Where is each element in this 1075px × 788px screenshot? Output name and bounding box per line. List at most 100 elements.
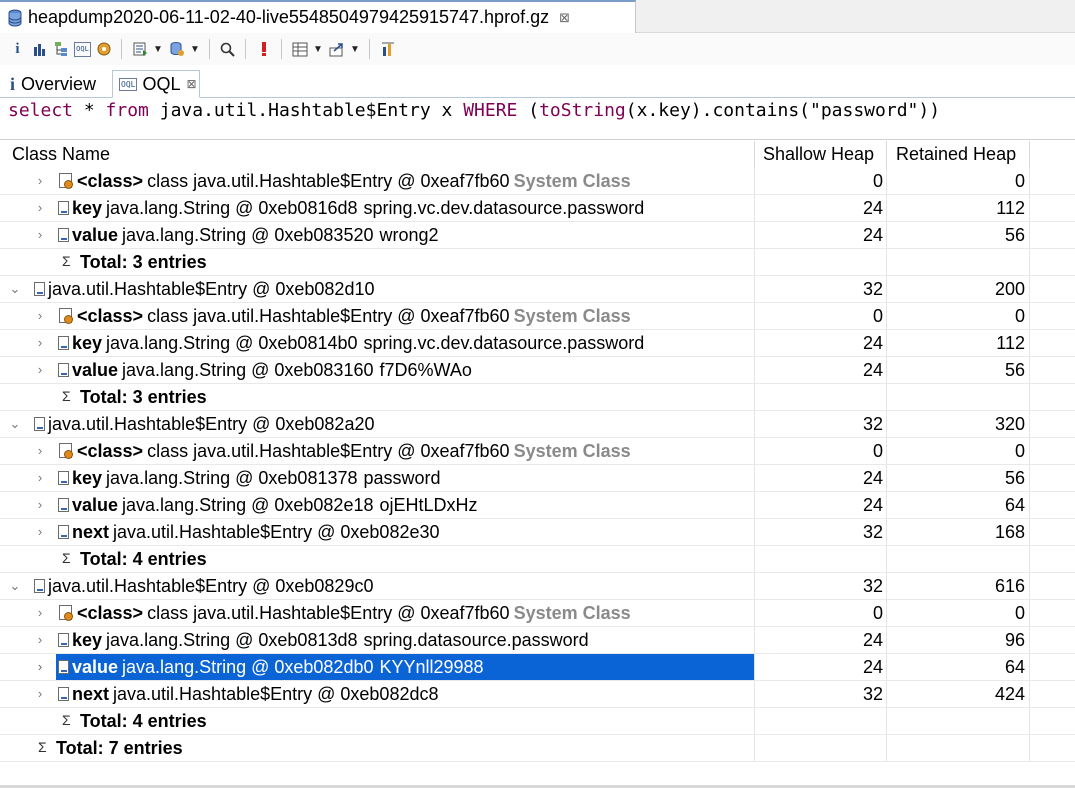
- collapse-chevron-icon[interactable]: ›: [33, 654, 47, 680]
- cell-content: value java.lang.String @ 0xeb083520 wrong2: [58, 222, 439, 248]
- collapse-chevron-icon[interactable]: ›: [33, 438, 47, 464]
- instance-object-icon: [58, 525, 69, 539]
- histogram-icon[interactable]: [30, 40, 49, 59]
- table-row[interactable]: ⌄ java.util.Hashtable$Entry @ 0xeb0829c0 3…: [0, 573, 1075, 600]
- query-function: toString: [539, 100, 626, 121]
- object-description: java.util.Hashtable$Entry @ 0xeb082e30: [113, 522, 440, 542]
- info-icon[interactable]: i: [8, 40, 27, 59]
- cell-shallow-heap: 24: [755, 465, 887, 491]
- field-name: key: [72, 468, 103, 488]
- cell-retained-heap: 168: [887, 519, 1030, 545]
- table-row[interactable]: › key java.lang.String @ 0xeb0813d8 spring.…: [0, 627, 1075, 654]
- field-name: <class>: [77, 306, 144, 326]
- instance-object-icon: [58, 228, 69, 242]
- table-row[interactable]: › key java.lang.String @ 0xeb0816d8 spring.…: [0, 195, 1075, 222]
- collapse-chevron-icon[interactable]: ›: [33, 465, 47, 491]
- cell-retained-heap: [887, 735, 1030, 761]
- thread-overview-icon[interactable]: [94, 40, 113, 59]
- field-name: value: [72, 657, 119, 677]
- total-row[interactable]: Σ Total: 3 entries: [0, 249, 1075, 276]
- table-row[interactable]: › <class> class java.util.Hashtable$Entry …: [0, 303, 1075, 330]
- table-row[interactable]: › key java.lang.String @ 0xeb0814b0 spring.…: [0, 330, 1075, 357]
- collapse-chevron-icon[interactable]: ›: [33, 627, 47, 653]
- cell-shallow-heap: 24: [755, 330, 887, 356]
- table-row[interactable]: › value java.lang.String @ 0xeb082e18 ojEHt…: [0, 492, 1075, 519]
- collapse-chevron-icon[interactable]: ›: [33, 600, 47, 626]
- collapse-chevron-icon[interactable]: ›: [33, 303, 47, 329]
- collapse-chevron-icon[interactable]: ›: [33, 492, 47, 518]
- cell-retained-heap: 56: [887, 357, 1030, 383]
- object-description: java.lang.String @ 0xeb0816d8: [106, 198, 358, 218]
- collapse-chevron-icon[interactable]: ›: [33, 330, 47, 356]
- query-keyword-where: WHERE: [463, 100, 518, 121]
- cell-class-name: › next java.util.Hashtable$Entry @ 0xeb082…: [0, 519, 755, 545]
- table-row[interactable]: › <class> class java.util.Hashtable$Entry …: [0, 438, 1075, 465]
- cell-retained-heap: 112: [887, 195, 1030, 221]
- cell-retained-heap: [887, 384, 1030, 410]
- instance-object-icon: [58, 336, 69, 350]
- collapse-chevron-icon[interactable]: ›: [33, 168, 47, 194]
- collapse-chevron-icon[interactable]: ›: [33, 519, 47, 545]
- chevron-down-icon[interactable]: ▼: [152, 40, 164, 59]
- search-icon[interactable]: [218, 40, 237, 59]
- expand-chevron-icon[interactable]: ⌄: [8, 276, 22, 302]
- stop-icon[interactable]: [254, 40, 273, 59]
- column-header-class-name[interactable]: Class Name: [0, 141, 755, 168]
- chevron-down-icon[interactable]: ▼: [312, 40, 324, 59]
- run-report-icon[interactable]: [130, 40, 149, 59]
- instance-object-icon: [34, 417, 45, 431]
- export-icon[interactable]: [327, 40, 346, 59]
- oql-query-editor[interactable]: select * from java.util.Hashtable$Entry …: [8, 99, 940, 123]
- chevron-down-icon[interactable]: ▼: [349, 40, 361, 59]
- total-row[interactable]: Σ Total: 3 entries: [0, 384, 1075, 411]
- collapse-chevron-icon[interactable]: ›: [33, 681, 47, 707]
- expand-chevron-icon[interactable]: ⌄: [8, 573, 22, 599]
- total-row[interactable]: Σ Total: 4 entries: [0, 546, 1075, 573]
- system-class-label: System Class: [513, 441, 631, 461]
- oql-icon[interactable]: OQL: [74, 41, 91, 57]
- dominator-tree-icon[interactable]: [52, 40, 71, 59]
- field-name: <class>: [77, 171, 144, 191]
- table-row[interactable]: ⌄ java.util.Hashtable$Entry @ 0xeb082a20 3…: [0, 411, 1075, 438]
- cell-retained-heap: 64: [887, 654, 1030, 680]
- collapse-chevron-icon[interactable]: ›: [33, 195, 47, 221]
- cell-content: <class> class java.util.Hashtable$Entry @…: [58, 168, 631, 194]
- tab-oql[interactable]: OQL OQL ⊠: [112, 70, 200, 98]
- table-row[interactable]: › value java.lang.String @ 0xeb083520 wrong…: [0, 222, 1075, 249]
- table-row[interactable]: › key java.lang.String @ 0xeb081378 passwor…: [0, 465, 1075, 492]
- table-row[interactable]: › next java.util.Hashtable$Entry @ 0xeb082…: [0, 519, 1075, 546]
- collapse-chevron-icon[interactable]: ›: [33, 357, 47, 383]
- object-description: java.lang.String @ 0xeb081378: [106, 468, 358, 488]
- chevron-down-icon[interactable]: ▼: [189, 40, 201, 59]
- total-label: Total: 7 entries: [56, 738, 183, 758]
- calculate-retained-size-icon[interactable]: [378, 40, 397, 59]
- query-browser-icon[interactable]: [167, 40, 186, 59]
- column-header-retained-heap[interactable]: Retained Heap: [887, 141, 1030, 168]
- table-row[interactable]: › <class> class java.util.Hashtable$Entry …: [0, 168, 1075, 195]
- total-row[interactable]: Σ Total: 4 entries: [0, 708, 1075, 735]
- class-object-icon: [58, 173, 74, 189]
- table-body: › <class> class java.util.Hashtable$Entry …: [0, 168, 1075, 762]
- table-row[interactable]: ⌄ java.util.Hashtable$Entry @ 0xeb082d10 3…: [0, 276, 1075, 303]
- tab-overview[interactable]: i Overview: [4, 70, 112, 98]
- table-row[interactable]: › next java.util.Hashtable$Entry @ 0xeb082…: [0, 681, 1075, 708]
- table-row[interactable]: › value java.lang.String @ 0xeb083160 f7D6%…: [0, 357, 1075, 384]
- table-row[interactable]: › value java.lang.String @ 0xeb082db0 KYYnl…: [0, 654, 1075, 681]
- table-row[interactable]: › <class> class java.util.Hashtable$Entry …: [0, 600, 1075, 627]
- editor-tab-heapdump[interactable]: heapdump2020-06-11-02-40-live55485049794…: [0, 0, 636, 33]
- cell-class-name: › key java.lang.String @ 0xeb081378 passwor…: [0, 465, 755, 491]
- object-description: java.lang.String @ 0xeb0814b0: [106, 333, 358, 353]
- field-name: key: [72, 198, 103, 218]
- collapse-chevron-icon[interactable]: ›: [33, 222, 47, 248]
- field-name: value: [72, 360, 119, 380]
- cell-class-name: › value java.lang.String @ 0xeb082db0 KYYnl…: [0, 654, 755, 680]
- class-object-icon: [58, 443, 74, 459]
- cell-retained-heap: 56: [887, 222, 1030, 248]
- expand-chevron-icon[interactable]: ⌄: [8, 411, 22, 437]
- close-icon[interactable]: ⊠: [559, 10, 570, 26]
- column-header-shallow-heap[interactable]: Shallow Heap: [755, 141, 887, 168]
- close-icon[interactable]: ⊠: [186, 77, 196, 91]
- total-row[interactable]: Σ Total: 7 entries: [0, 735, 1075, 762]
- instance-object-icon: [58, 633, 69, 647]
- export-table-icon[interactable]: [290, 40, 309, 59]
